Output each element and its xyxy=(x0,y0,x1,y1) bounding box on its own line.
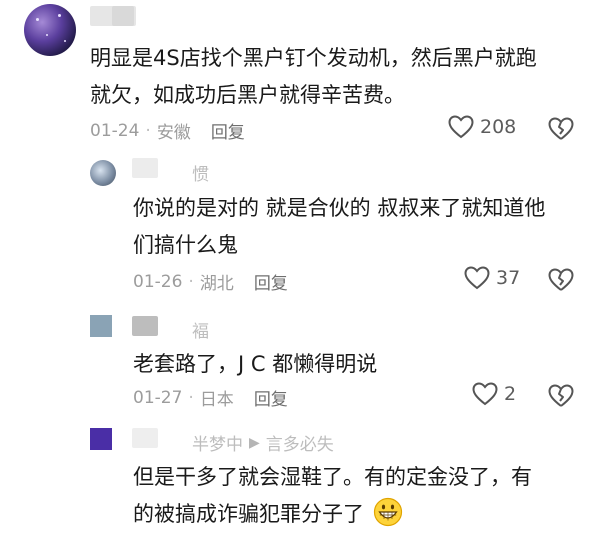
comment-location: 安徽 xyxy=(156,123,191,143)
username-redacted xyxy=(112,6,134,26)
broken-heart-icon xyxy=(548,384,574,408)
reply-to-arrow-icon: ▶ xyxy=(249,434,260,451)
dislike-button[interactable] xyxy=(548,384,574,408)
reply-button[interactable]: 回复 xyxy=(211,118,245,143)
reply-button[interactable]: 回复 xyxy=(254,269,288,294)
reply-meta: 01-27 · 日本 回复 xyxy=(133,385,288,411)
comment-date: 01-24 xyxy=(90,120,140,141)
username: 褔 xyxy=(192,322,209,342)
meta-separator: · xyxy=(145,120,151,141)
reply-line: 们搞什么鬼 xyxy=(133,233,238,257)
broken-heart-icon xyxy=(548,117,574,141)
like-button[interactable]: 2 xyxy=(472,382,516,406)
meta-separator: · xyxy=(188,271,194,292)
reply-location: 日本 xyxy=(199,390,234,410)
comment-line: 就欠，如成功后黑户就得辛苦费。 xyxy=(90,83,405,107)
reply-line-with-emoji: 的被搞成诈骗犯罪分子了 xyxy=(133,496,593,533)
username-redacted xyxy=(132,158,158,178)
reply-line: 老套路了，J C 都懒得明说 xyxy=(133,352,378,376)
heart-outline-icon xyxy=(448,115,474,139)
reply-button[interactable]: 回复 xyxy=(254,385,288,410)
like-count: 2 xyxy=(504,383,517,405)
username: 半梦中 xyxy=(192,435,243,455)
user-avatar[interactable] xyxy=(90,428,112,450)
reply-text: 你说的是对的 就是合伙的 叔叔来了就知道他 们搞什么鬼 xyxy=(133,190,583,264)
like-button[interactable]: 208 xyxy=(448,115,516,139)
heart-outline-icon xyxy=(472,382,498,406)
comment-meta: 01-24 · 安徽 回复 xyxy=(90,118,245,144)
like-button[interactable]: 37 xyxy=(464,266,520,290)
reply-location: 湖北 xyxy=(199,274,234,294)
reply-text: 但是干多了就会湿鞋了。有的定金没了，有 的被搞成诈骗犯罪分子了 xyxy=(133,459,593,533)
heart-outline-icon xyxy=(464,266,490,290)
user-avatar[interactable] xyxy=(24,4,76,56)
reply-to-username: 言多必失 xyxy=(265,435,334,455)
reply-meta: 01-26 · 湖北 回复 xyxy=(133,269,288,295)
username-redacted xyxy=(132,428,158,448)
dislike-button[interactable] xyxy=(548,117,574,141)
reply-line: 你说的是对的 就是合伙的 叔叔来了就知道他 xyxy=(133,196,546,220)
like-count: 37 xyxy=(496,267,521,289)
comment-line: 明显是4S店找个黑户钉个发动机，然后黑户就跑 xyxy=(90,46,537,70)
reply-header: 半梦中 ▶ 言多必失 xyxy=(192,430,334,456)
reply-date: 01-26 xyxy=(133,271,183,292)
username-redacted xyxy=(132,316,158,336)
comment-text: 明显是4S店找个黑户钉个发动机，然后黑户就跑 就欠，如成功后黑户就得辛苦费。 xyxy=(90,40,590,114)
meta-separator: · xyxy=(188,387,194,408)
reply-line: 但是干多了就会湿鞋了。有的定金没了，有 xyxy=(133,465,532,489)
user-avatar[interactable] xyxy=(90,160,116,186)
like-count: 208 xyxy=(480,116,517,138)
dislike-button[interactable] xyxy=(548,268,574,292)
broken-heart-icon xyxy=(548,268,574,292)
username: 惯 xyxy=(192,165,209,185)
user-avatar[interactable] xyxy=(90,315,112,337)
reply-date: 01-27 xyxy=(133,387,183,408)
reply-text: 老套路了，J C 都懒得明说 xyxy=(133,346,583,383)
reply-line: 的被搞成诈骗犯罪分子了 xyxy=(133,502,364,526)
grinning-face-icon xyxy=(373,497,403,527)
